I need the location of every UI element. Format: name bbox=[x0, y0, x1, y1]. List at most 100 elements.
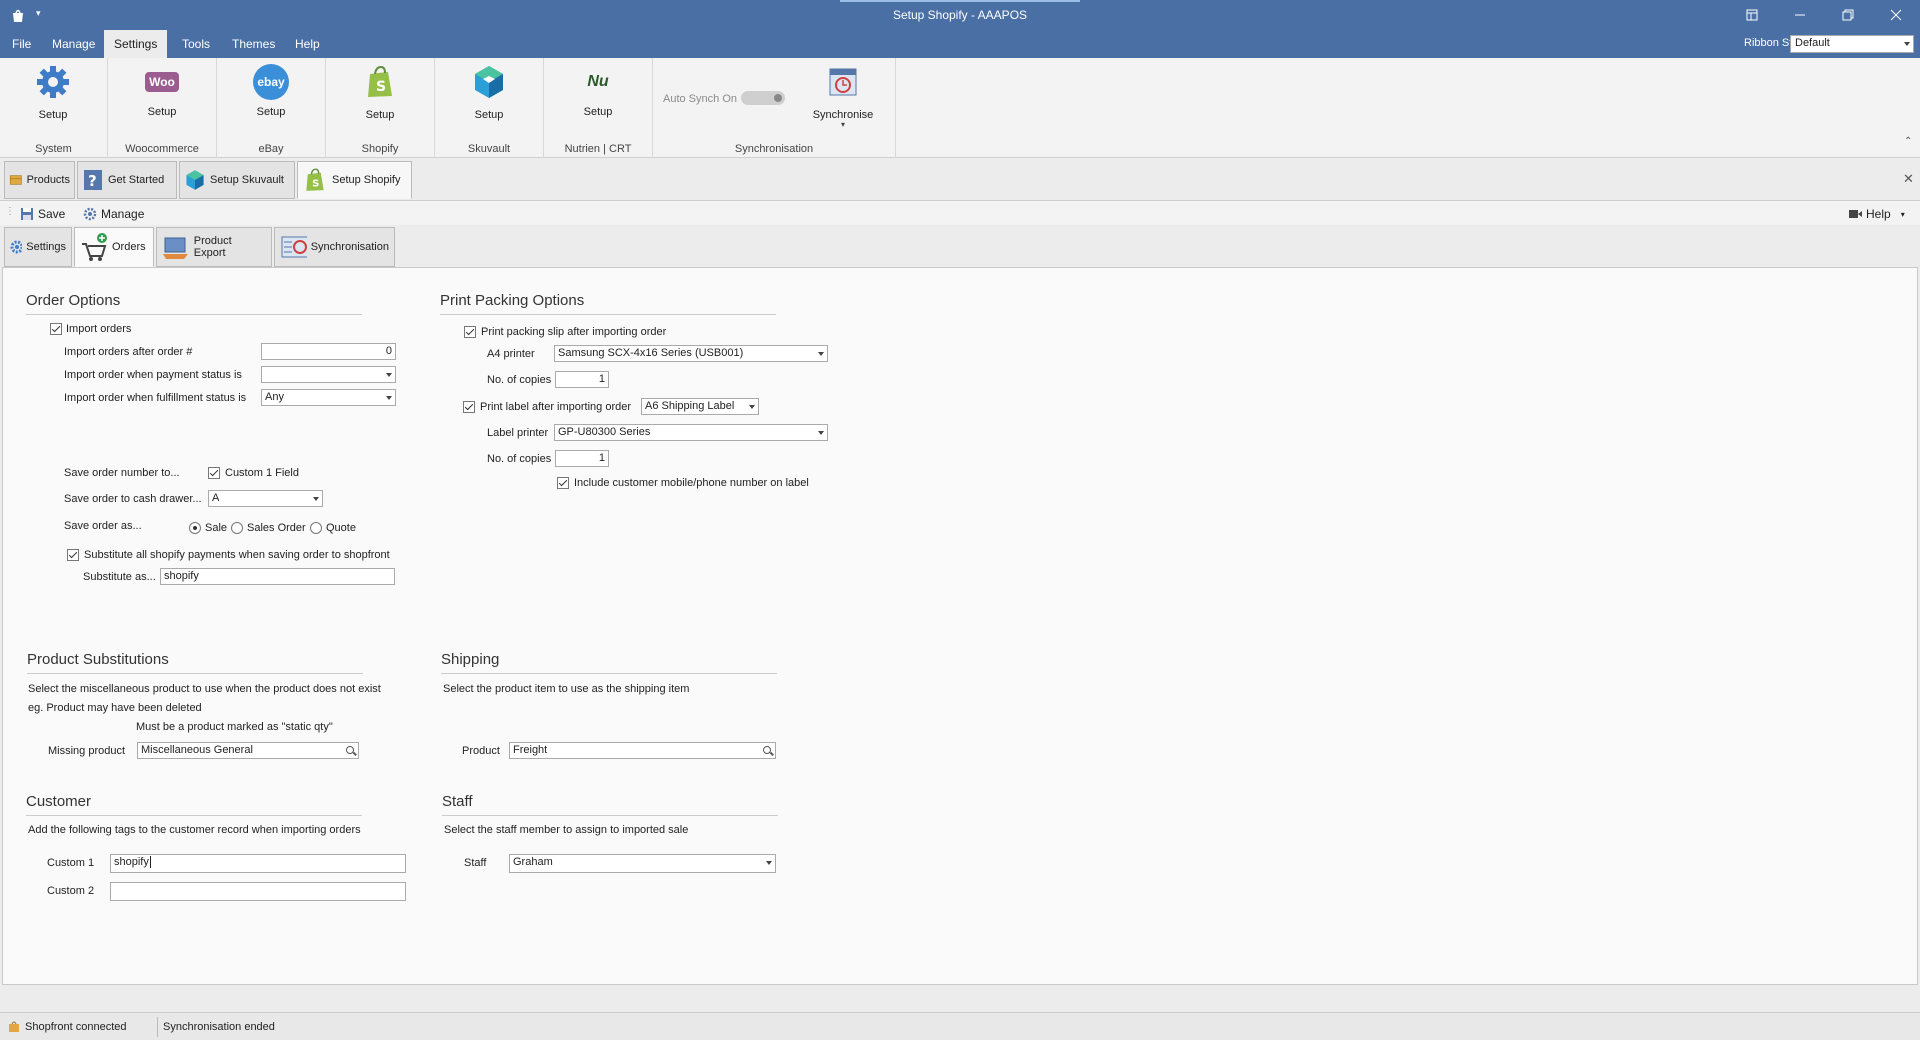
toolbar-grip-icon: ⋮ bbox=[5, 206, 15, 217]
sub-tab-label: Settings bbox=[26, 241, 66, 253]
print-label-checkbox[interactable] bbox=[463, 401, 475, 413]
doc-tab-label: Products bbox=[26, 174, 70, 186]
staff-select[interactable]: Graham bbox=[509, 854, 776, 873]
a4-printer-value: Samsung SCX-4x16 Series (USB001) bbox=[558, 347, 744, 359]
staff-value: Graham bbox=[513, 856, 553, 868]
system-setup-button[interactable]: Setup bbox=[23, 64, 83, 121]
toggle-knob bbox=[774, 94, 782, 102]
static-qty-note: Must be a product marked as "static qty" bbox=[136, 721, 333, 733]
ribbon-group-woocommerce: Woo Setup Woocommerce bbox=[108, 58, 217, 158]
shipping-product-lookup[interactable]: Freight bbox=[509, 742, 776, 759]
ribbon-display-options-icon[interactable] bbox=[1728, 0, 1776, 30]
sub-tab-product-export[interactable]: Product Export bbox=[156, 227, 272, 267]
group-label-shopify: Shopify bbox=[361, 143, 399, 155]
minimize-icon[interactable] bbox=[1776, 0, 1824, 30]
doc-tab-products[interactable]: Products bbox=[4, 161, 75, 199]
product-subs-desc-2: eg. Product may have been deleted bbox=[28, 702, 202, 714]
ribbon-style-select[interactable]: Default bbox=[1790, 35, 1914, 53]
label-printer-select[interactable]: GP-U80300 Series bbox=[554, 424, 828, 441]
payment-status-select[interactable] bbox=[261, 366, 396, 383]
sub-tab-label: Synchronisation bbox=[310, 241, 389, 253]
menu-tools[interactable]: Tools bbox=[172, 30, 220, 58]
document-tabs: Products ? Get Started Setup Skuvault S … bbox=[0, 158, 1920, 201]
save-button[interactable]: Save bbox=[20, 205, 65, 223]
shipping-product-label: Product bbox=[462, 745, 500, 757]
staff-label: Staff bbox=[464, 857, 487, 869]
substitute-as-input[interactable]: shopify bbox=[160, 568, 395, 585]
save-as-quote-label: Quote bbox=[326, 522, 356, 534]
cash-drawer-value: A bbox=[212, 492, 220, 504]
auto-synch-label: Auto Synch On bbox=[663, 93, 737, 105]
custom1-field-checkbox[interactable] bbox=[208, 467, 220, 479]
missing-product-value: Miscellaneous General bbox=[141, 744, 253, 756]
nutrien-setup-button[interactable]: Nu Setup bbox=[568, 64, 628, 118]
cash-drawer-select[interactable]: A bbox=[208, 490, 323, 507]
search-icon[interactable] bbox=[763, 746, 771, 754]
chevron-down-icon: ▾ bbox=[1900, 209, 1905, 219]
missing-product-lookup[interactable]: Miscellaneous General bbox=[137, 742, 359, 759]
menu-help[interactable]: Help bbox=[285, 30, 330, 58]
menu-bar: File Manage Settings Tools Themes Help R… bbox=[0, 30, 1920, 58]
manage-gear-icon bbox=[83, 207, 97, 221]
doc-tab-setup-skuvault[interactable]: Setup Skuvault bbox=[179, 161, 295, 199]
title-bar: ▾ Setup Shopify - AAAPOS bbox=[0, 0, 1920, 30]
synchronise-button[interactable]: Synchronise ▾ bbox=[810, 64, 876, 129]
woocommerce-setup-button[interactable]: Woo Setup bbox=[132, 64, 192, 118]
restore-icon[interactable] bbox=[1824, 0, 1872, 30]
shopify-setup-button[interactable]: S Setup bbox=[350, 64, 410, 121]
ebay-setup-button[interactable]: ebay Setup bbox=[241, 64, 301, 118]
copies-input[interactable]: 1 bbox=[555, 371, 609, 388]
menu-settings[interactable]: Settings bbox=[104, 30, 168, 58]
shopping-cart-add-icon bbox=[82, 233, 107, 261]
synchronisation-icon bbox=[281, 236, 307, 258]
a4-printer-label: A4 printer bbox=[487, 348, 535, 360]
packing-slip-checkbox[interactable] bbox=[464, 326, 476, 338]
text-cursor bbox=[149, 856, 151, 868]
a4-printer-select[interactable]: Samsung SCX-4x16 Series (USB001) bbox=[554, 345, 828, 362]
ribbon-group-skuvault: Setup Skuvault bbox=[435, 58, 544, 158]
ribbon-group-nutrien: Nu Setup Nutrien | CRT bbox=[544, 58, 653, 158]
label-copies-input[interactable]: 1 bbox=[555, 450, 609, 467]
search-icon[interactable] bbox=[346, 746, 354, 754]
sub-tab-settings[interactable]: Settings bbox=[4, 227, 72, 267]
save-as-quote-radio[interactable] bbox=[310, 522, 322, 534]
auto-synch-toggle[interactable] bbox=[741, 91, 785, 105]
save-as-sale-radio[interactable] bbox=[189, 522, 201, 534]
substitute-payments-checkbox[interactable] bbox=[67, 549, 79, 561]
sub-tab-synchronisation[interactable]: Synchronisation bbox=[274, 227, 395, 267]
close-tab-icon[interactable]: ✕ bbox=[1903, 171, 1914, 187]
section-divider bbox=[442, 815, 778, 816]
save-as-sales-order-radio[interactable] bbox=[231, 522, 243, 534]
save-as-sale-label: Sale bbox=[205, 522, 228, 534]
chevron-down-icon bbox=[386, 373, 392, 377]
custom2-input[interactable] bbox=[110, 882, 406, 901]
ribbon: Setup System Woo Setup Woocommerce ebay … bbox=[0, 58, 1920, 158]
doc-tab-get-started[interactable]: ? Get Started bbox=[77, 161, 177, 199]
custom1-label: Custom 1 bbox=[47, 857, 95, 869]
doc-tab-label: Setup Shopify bbox=[332, 174, 401, 186]
section-divider bbox=[26, 314, 362, 315]
after-order-input[interactable]: 0 bbox=[261, 343, 396, 360]
window-title: Setup Shopify - AAAPOS bbox=[892, 8, 1028, 22]
skuvault-setup-button[interactable]: Setup bbox=[459, 64, 519, 121]
custom1-input[interactable]: shopify bbox=[110, 854, 406, 873]
help-button[interactable]: Help ▾ bbox=[1848, 205, 1905, 223]
chevron-down-icon: ▾ bbox=[840, 120, 845, 129]
manage-button[interactable]: Manage bbox=[83, 205, 144, 223]
close-icon[interactable] bbox=[1872, 0, 1920, 30]
manage-label: Manage bbox=[101, 207, 145, 221]
skuvault-setup-label: Setup bbox=[474, 109, 504, 121]
menu-file[interactable]: File bbox=[2, 30, 41, 58]
label-type-select[interactable]: A6 Shipping Label bbox=[641, 398, 759, 415]
skuvault-cube-icon bbox=[475, 66, 503, 98]
collapse-ribbon-icon[interactable]: ⌃ bbox=[1904, 136, 1912, 147]
doc-tab-setup-shopify[interactable]: S Setup Shopify bbox=[297, 161, 412, 199]
print-label-label: Print label after importing order bbox=[480, 401, 632, 413]
import-orders-checkbox[interactable] bbox=[50, 323, 62, 335]
include-phone-checkbox[interactable] bbox=[557, 477, 569, 489]
group-label-nutrien: Nutrien | CRT bbox=[564, 143, 632, 155]
menu-themes[interactable]: Themes bbox=[222, 30, 285, 58]
fulfillment-status-select[interactable]: Any bbox=[261, 389, 396, 406]
sub-tab-orders[interactable]: Orders bbox=[74, 227, 154, 267]
menu-manage[interactable]: Manage bbox=[42, 30, 105, 58]
